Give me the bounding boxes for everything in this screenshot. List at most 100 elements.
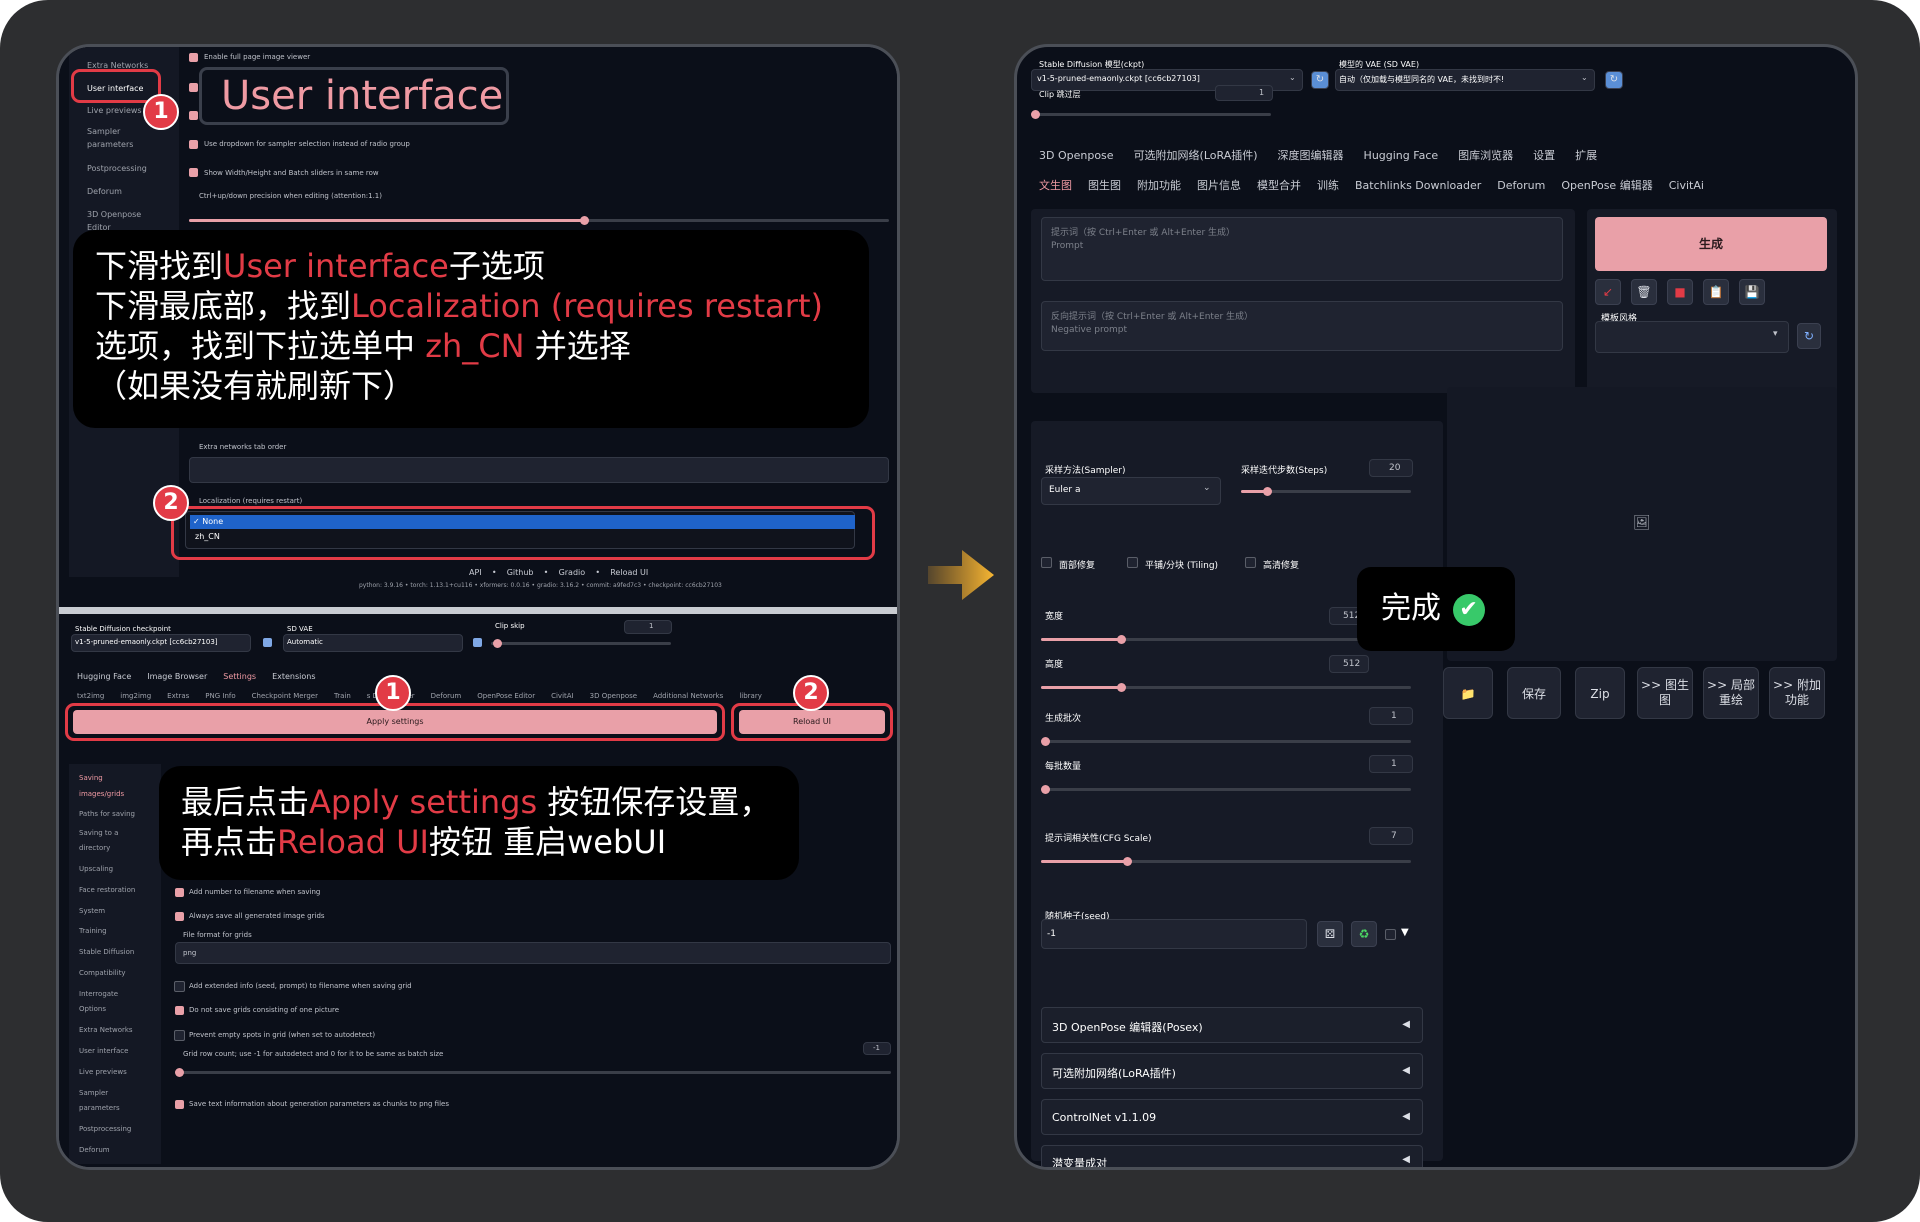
arrow-down-left-icon[interactable]: ↙ — [1595, 279, 1621, 305]
tab-item[interactable]: Train — [334, 692, 351, 700]
tab-item[interactable]: Additional Networks — [653, 692, 723, 700]
height-slider[interactable] — [1041, 683, 1411, 692]
tab-item[interactable]: OpenPose Editor — [477, 692, 535, 700]
sidebar-item[interactable]: Upscaling — [79, 865, 113, 873]
width-slider[interactable] — [1041, 635, 1411, 644]
sidebar-item[interactable]: Interrogate — [79, 990, 118, 998]
tab-item[interactable]: 设置 — [1533, 149, 1555, 162]
tab-item[interactable]: PNG Info — [205, 692, 235, 700]
checkbox[interactable] — [174, 981, 185, 992]
sidebar-item[interactable]: Saving to a — [79, 829, 118, 837]
grid-row-slider[interactable] — [175, 1068, 891, 1077]
send-to-img2img-button[interactable]: >> 图生图 — [1637, 667, 1693, 719]
tab-item[interactable]: Extensions — [272, 672, 315, 681]
tab-item[interactable]: img2img — [120, 692, 151, 700]
clip-slider[interactable] — [1031, 110, 1271, 119]
accordion-controlnet[interactable]: ControlNet v1.1.09 ◀ — [1041, 1099, 1423, 1135]
batch-size-slider[interactable] — [1041, 785, 1411, 794]
checkbox[interactable] — [175, 1100, 184, 1109]
recycle-icon[interactable]: ♻ — [1351, 921, 1377, 947]
footer-link-github[interactable]: Github — [507, 568, 534, 577]
tab-item[interactable]: Hugging Face — [77, 672, 131, 681]
tab-item[interactable]: OpenPose 编辑器 — [1561, 179, 1652, 192]
tab-item[interactable]: 可选附加网络(LoRA插件) — [1134, 149, 1258, 162]
tab-item[interactable]: 图生图 — [1088, 179, 1121, 192]
sidebar-item[interactable]: Extra Networks — [79, 1026, 133, 1034]
batch-count-slider[interactable] — [1041, 737, 1411, 746]
send-to-extras-button[interactable]: >> 附加 功能 — [1769, 667, 1825, 719]
tab-item[interactable]: Image Browser — [147, 672, 207, 681]
style-card-icon[interactable]: ■ — [1667, 279, 1693, 305]
zip-button[interactable]: Zip — [1575, 667, 1625, 719]
tab-item[interactable]: Checkpoint Merger — [252, 692, 318, 700]
trash-icon[interactable]: 🗑 — [1631, 279, 1657, 305]
extra-tab-order-input[interactable] — [189, 457, 889, 483]
seed-input[interactable] — [1041, 919, 1307, 949]
hires-checkbox[interactable] — [1245, 557, 1256, 568]
tab-item[interactable]: 深度图编辑器 — [1278, 149, 1344, 162]
refresh-icon[interactable]: ↻ — [1797, 323, 1821, 349]
sidebar-item-deforum[interactable]: Deforum — [87, 187, 122, 196]
sidebar-item[interactable]: System — [79, 907, 105, 915]
footer-link-api[interactable]: API — [469, 568, 482, 577]
steps-slider[interactable] — [1241, 487, 1411, 496]
checkbox[interactable] — [175, 888, 184, 897]
sidebar-item[interactable]: parameters — [79, 1104, 120, 1112]
tab-item[interactable]: 图片信息 — [1197, 179, 1241, 192]
sidebar-item[interactable]: Deforum — [79, 1146, 110, 1154]
checkbox[interactable] — [175, 1006, 184, 1015]
tab-item[interactable]: 模型合并 — [1257, 179, 1301, 192]
sidebar-item[interactable]: Compatibility — [79, 969, 126, 977]
checkbox[interactable] — [175, 912, 184, 921]
tab-item[interactable]: Hugging Face — [1364, 149, 1439, 162]
accordion-latent[interactable]: 潜变量成对 ◀ — [1041, 1145, 1423, 1167]
checkbox[interactable] — [189, 53, 198, 62]
face-fix-checkbox[interactable] — [1041, 557, 1052, 568]
tab-item[interactable]: 训练 — [1317, 179, 1339, 192]
file-format-input[interactable] — [175, 942, 891, 964]
style-select[interactable] — [1595, 321, 1789, 353]
footer-link-reload[interactable]: Reload UI — [610, 568, 648, 577]
generate-button[interactable]: 生成 — [1595, 217, 1827, 271]
checkbox[interactable] — [189, 140, 198, 149]
tiling-checkbox[interactable] — [1127, 557, 1138, 568]
accordion-lora[interactable]: 可选附加网络(LoRA插件) ◀ — [1041, 1053, 1423, 1089]
tab-item[interactable]: library — [739, 692, 762, 700]
open-folder-button[interactable]: 📁 — [1443, 667, 1493, 719]
tab-item[interactable]: Extras — [167, 692, 189, 700]
refresh-icon[interactable]: ↻ — [1311, 71, 1329, 89]
tab-item[interactable]: txt2img — [77, 692, 104, 700]
sidebar-item[interactable]: Postprocessing — [79, 1125, 131, 1133]
clip-input[interactable] — [1215, 85, 1273, 101]
save-icon[interactable]: 💾 — [1739, 279, 1765, 305]
dice-icon[interactable]: ⚄ — [1317, 921, 1343, 947]
refresh-icon[interactable] — [473, 638, 482, 647]
refresh-icon[interactable]: ↻ — [1605, 71, 1623, 89]
tab-item[interactable]: 文生图 — [1039, 179, 1072, 192]
sidebar-item[interactable]: Training — [79, 927, 107, 935]
cfg-slider[interactable] — [1041, 857, 1411, 866]
extra-seed-checkbox[interactable] — [1385, 929, 1396, 940]
tab-item[interactable]: 扩展 — [1575, 149, 1597, 162]
clip-input[interactable] — [624, 620, 672, 634]
tab-item[interactable]: 附加功能 — [1137, 179, 1181, 192]
checkbox[interactable] — [189, 83, 198, 92]
tab-item[interactable]: Settings — [223, 672, 256, 681]
sidebar-item-3d-openpose[interactable]: 3D Openpose — [87, 210, 141, 219]
clip-slider[interactable] — [491, 639, 671, 648]
sidebar-item[interactable]: Live previews — [79, 1068, 127, 1076]
precision-slider[interactable] — [189, 216, 889, 225]
tab-item[interactable]: Deforum — [431, 692, 462, 700]
sidebar-item-postprocessing[interactable]: Postprocessing — [87, 164, 147, 173]
sidebar-item-live-previews[interactable]: Live previews — [87, 106, 142, 115]
sidebar-item[interactable]: directory — [79, 844, 110, 852]
sidebar-item-sampler[interactable]: Sampler — [87, 127, 120, 136]
sidebar-item[interactable]: Saving — [79, 774, 103, 782]
sidebar-item-parameters[interactable]: parameters — [87, 140, 133, 149]
sidebar-item[interactable]: Stable Diffusion — [79, 948, 134, 956]
accordion-posex[interactable]: 3D OpenPose 编辑器(Posex) ◀ — [1041, 1007, 1423, 1043]
sidebar-item[interactable]: Options — [79, 1005, 106, 1013]
save-button[interactable]: 保存 — [1507, 667, 1561, 719]
tab-item[interactable]: CivitAi — [1669, 179, 1704, 192]
footer-link-gradio[interactable]: Gradio — [559, 568, 586, 577]
